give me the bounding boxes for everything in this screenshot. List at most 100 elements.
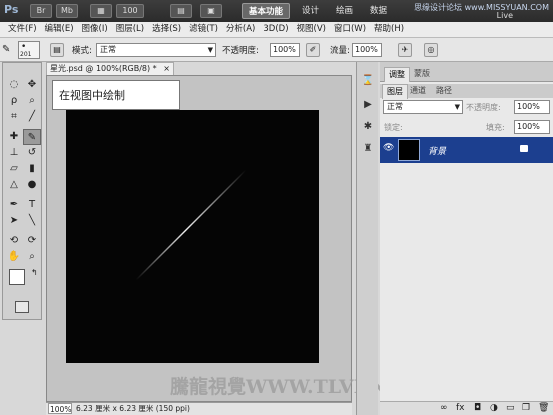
line-tool-icon[interactable]: ╲ bbox=[23, 213, 41, 229]
site-watermark: 思缘设计论坛 www.MISSYUAN.COM bbox=[414, 3, 549, 12]
layer-opacity-label: 不透明度: bbox=[466, 103, 501, 112]
link-layers-icon[interactable]: ∞ bbox=[440, 403, 448, 413]
menu-view[interactable]: 视图(V) bbox=[293, 22, 330, 37]
layer-style-icon[interactable]: fx bbox=[456, 403, 465, 413]
adjustments-panel-header: 调整 蒙版 bbox=[380, 62, 553, 82]
photoshop-logo: Ps bbox=[4, 3, 19, 16]
brush-size: 201 bbox=[20, 51, 32, 58]
menu-bar: 文件(F) 编辑(E) 图像(I) 图层(L) 选择(S) 滤镜(T) 分析(A… bbox=[0, 22, 553, 38]
menu-image[interactable]: 图像(I) bbox=[78, 22, 112, 37]
lock-icon bbox=[520, 145, 528, 152]
adjustment-layer-icon[interactable]: ◑ bbox=[490, 403, 498, 413]
airbrush-icon[interactable]: ✈ bbox=[398, 43, 412, 57]
brush-tool-icon[interactable]: ✎ bbox=[23, 129, 41, 145]
menu-file[interactable]: 文件(F) bbox=[4, 22, 41, 37]
mode-value: 正常 bbox=[100, 45, 116, 54]
mode-select[interactable]: 正常 ▼ bbox=[96, 43, 216, 57]
hand-tool-icon[interactable]: ✋ bbox=[5, 249, 23, 265]
watermark: 騰龍視覺WWW.TLVI.NET bbox=[170, 376, 416, 398]
gradient-tool-icon[interactable]: ▮ bbox=[23, 161, 41, 177]
workspace-painting-button[interactable]: 绘画 bbox=[330, 3, 359, 19]
quick-select-tool-icon[interactable]: ⌕ bbox=[23, 93, 41, 109]
3d-rotate-icon[interactable]: ⟲ bbox=[5, 233, 23, 249]
marquee-tool-icon[interactable]: ◌ bbox=[5, 77, 23, 93]
history-brush-icon[interactable]: ↺ bbox=[23, 145, 41, 161]
pen-tool-icon[interactable]: ✒ bbox=[5, 197, 23, 213]
tab-layers[interactable]: 图层 bbox=[382, 84, 408, 99]
document-tab[interactable]: 星光.psd @ 100%(RGB/8) * × bbox=[46, 62, 174, 75]
options-bar: ✎ • 201 ▤ 模式: 正常 ▼ 不透明度: 100% ✐ 流量: 100%… bbox=[0, 38, 553, 62]
brush-panel-icon[interactable]: ▤ bbox=[50, 43, 64, 57]
new-group-icon[interactable]: ▭ bbox=[506, 403, 515, 413]
bridge-icon[interactable]: Br bbox=[30, 4, 52, 18]
menu-window[interactable]: 窗口(W) bbox=[330, 22, 370, 37]
screen-mode-icon[interactable]: ▣ bbox=[200, 4, 222, 18]
layers-panel-footer: ∞ fx ◘ ◑ ▭ ❐ 🗑 bbox=[380, 401, 553, 415]
menu-filter[interactable]: 滤镜(T) bbox=[185, 22, 222, 37]
mini-bridge-icon[interactable]: Mb bbox=[56, 4, 78, 18]
pressure-opacity-icon[interactable]: ✐ bbox=[306, 43, 320, 57]
eraser-tool-icon[interactable]: ▱ bbox=[5, 161, 23, 177]
blend-mode-value: 正常 bbox=[387, 102, 403, 111]
zoom-field[interactable]: 100% bbox=[48, 403, 72, 414]
menu-select[interactable]: 选择(S) bbox=[148, 22, 185, 37]
foreground-color-swatch[interactable] bbox=[9, 269, 25, 285]
menu-3d[interactable]: 3D(D) bbox=[259, 22, 292, 37]
workspace-data-button[interactable]: 数据 bbox=[364, 3, 393, 19]
opacity-label: 不透明度: bbox=[222, 46, 259, 56]
clone-source-icon[interactable]: ♜ bbox=[360, 142, 376, 156]
layers-panel-tabs: 图层 通道 路径 bbox=[380, 84, 553, 99]
path-select-icon[interactable]: ➤ bbox=[5, 213, 23, 229]
new-layer-icon[interactable]: ❐ bbox=[522, 403, 530, 413]
blur-tool-icon[interactable]: △ bbox=[5, 177, 23, 193]
brush-preset-picker[interactable]: • 201 bbox=[18, 41, 40, 59]
history-panel-icon[interactable]: ⌛ bbox=[360, 74, 376, 88]
document-title: 星光.psd @ 100%(RGB/8) * bbox=[50, 64, 157, 73]
chevron-down-icon: ▼ bbox=[207, 46, 213, 54]
clone-stamp-icon[interactable]: ⊥ bbox=[5, 145, 23, 161]
delete-layer-icon[interactable]: 🗑 bbox=[538, 403, 549, 413]
lasso-tool-icon[interactable]: ρ bbox=[5, 93, 23, 109]
image-canvas[interactable] bbox=[66, 110, 319, 363]
workspace-design-button[interactable]: 设计 bbox=[296, 3, 325, 19]
3d-orbit-icon[interactable]: ⟳ bbox=[23, 233, 41, 249]
menu-help[interactable]: 帮助(H) bbox=[370, 22, 408, 37]
dodge-tool-icon[interactable]: ● bbox=[23, 177, 41, 193]
chevron-down-icon: ▼ bbox=[454, 103, 460, 111]
quick-mask-icon[interactable] bbox=[15, 301, 29, 313]
tab-paths[interactable]: 路径 bbox=[432, 84, 456, 99]
actions-panel-icon[interactable]: ▶ bbox=[360, 98, 376, 112]
zoom-tool-icon[interactable]: ⌕ bbox=[23, 249, 41, 265]
layer-thumbnail bbox=[398, 139, 420, 161]
view-extras-icon[interactable]: ▦ bbox=[90, 4, 112, 18]
panel-dock-strip: ⌛ ▶ ✱ ♜ bbox=[356, 62, 378, 415]
menu-layer[interactable]: 图层(L) bbox=[112, 22, 148, 37]
crop-tool-icon[interactable]: ⌗ bbox=[5, 109, 23, 125]
close-icon[interactable]: × bbox=[163, 63, 170, 75]
tools-panel: ◌ ✥ ρ ⌕ ⌗ ╱ ✚ ✎ ⊥ ↺ ▱ ▮ △ ● ✒ T ➤ ╲ ⟲ ⟳ … bbox=[2, 62, 42, 320]
blend-mode-select[interactable]: 正常 ▼ bbox=[383, 100, 463, 114]
arrange-documents-icon[interactable]: ▤ bbox=[170, 4, 192, 18]
tab-masks[interactable]: 蒙版 bbox=[410, 67, 434, 82]
move-tool-icon[interactable]: ✥ bbox=[23, 77, 41, 93]
tab-adjustments[interactable]: 调整 bbox=[384, 67, 410, 82]
eyedropper-tool-icon[interactable]: ╱ bbox=[23, 109, 41, 125]
swap-colors-icon[interactable]: ↰ bbox=[31, 268, 38, 277]
tab-channels[interactable]: 通道 bbox=[406, 84, 430, 99]
eye-icon[interactable]: 👁 bbox=[383, 143, 395, 155]
zoom-level-icon[interactable]: 100 bbox=[116, 4, 144, 18]
add-mask-icon[interactable]: ◘ bbox=[474, 403, 481, 413]
pressure-size-icon[interactable]: ◎ bbox=[424, 43, 438, 57]
document-size[interactable]: 6.23 厘米 x 6.23 厘米 (150 ppi) bbox=[76, 403, 190, 415]
cs-live-label[interactable]: Live bbox=[497, 11, 513, 20]
workspace-essentials-button[interactable]: 基本功能 bbox=[242, 3, 291, 19]
tool-presets-icon[interactable]: ✱ bbox=[360, 120, 376, 134]
opacity-field[interactable]: 100% bbox=[270, 43, 300, 57]
flow-field[interactable]: 100% bbox=[352, 43, 382, 57]
menu-analysis[interactable]: 分析(A) bbox=[222, 22, 259, 37]
fill-field[interactable]: 100% bbox=[514, 120, 550, 134]
healing-brush-icon[interactable]: ✚ bbox=[5, 129, 23, 145]
type-tool-icon[interactable]: T bbox=[23, 197, 41, 213]
menu-edit[interactable]: 编辑(E) bbox=[41, 22, 78, 37]
layer-opacity-field[interactable]: 100% bbox=[514, 100, 550, 114]
